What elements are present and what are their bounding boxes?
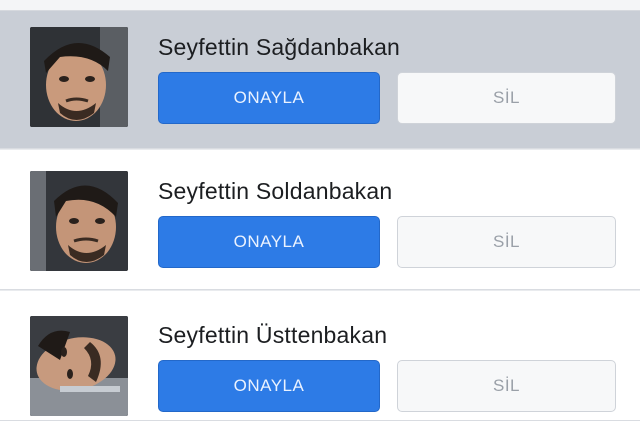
friend-request-row[interactable]: Seyfettin Üsttenbakan ONAYLA SİL: [0, 291, 640, 421]
requester-name[interactable]: Seyfettin Sağdanbakan: [158, 34, 400, 61]
friend-request-row[interactable]: Seyfettin Soldanbakan ONAYLA SİL: [0, 150, 640, 290]
delete-button[interactable]: SİL: [397, 72, 616, 124]
profile-photo[interactable]: [30, 171, 128, 271]
profile-photo-image: [30, 316, 128, 416]
profile-photo-image: [30, 171, 128, 271]
profile-photo[interactable]: [30, 27, 128, 127]
profile-photo[interactable]: [30, 316, 128, 416]
requester-name[interactable]: Seyfettin Soldanbakan: [158, 178, 392, 205]
confirm-button[interactable]: ONAYLA: [158, 216, 380, 268]
delete-button[interactable]: SİL: [397, 360, 616, 412]
friend-request-row[interactable]: Seyfettin Sağdanbakan ONAYLA SİL: [0, 11, 640, 149]
confirm-button[interactable]: ONAYLA: [158, 72, 380, 124]
requester-name[interactable]: Seyfettin Üsttenbakan: [158, 322, 387, 349]
profile-photo-image: [30, 27, 128, 127]
confirm-button[interactable]: ONAYLA: [158, 360, 380, 412]
list-top-edge: [0, 0, 640, 11]
delete-button[interactable]: SİL: [397, 216, 616, 268]
friend-request-list: Seyfettin Sağdanbakan ONAYLA SİL Seyfett…: [0, 0, 640, 421]
